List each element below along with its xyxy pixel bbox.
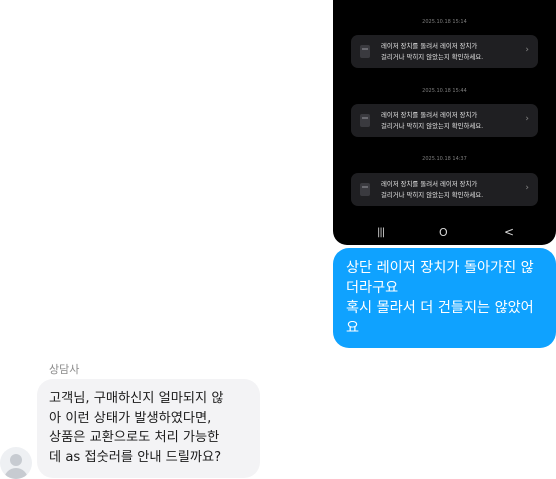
message-line: 상품은 교환으로도 처리 가능한 (49, 430, 220, 445)
notification-card: 레이저 장치를 돌려서 레이저 장치가 걸리거나 막히지 않았는지 확인하세요.… (351, 104, 538, 137)
notification-line: 레이저 장치를 돌려서 레이저 장치가 (381, 180, 478, 188)
chevron-right-icon: › (525, 114, 529, 124)
agent-message-bubble: 고객님, 구매하신지 얼마되지 않 아 이런 상태가 발생하였다면, 상품은 교… (37, 379, 260, 478)
message-line: 요 (346, 320, 360, 336)
recents-icon: ||| (377, 227, 385, 238)
notification-timestamp: 2025.10.18 14:37 (422, 156, 467, 162)
notification-line: 레이저 장치를 돌려서 레이저 장치가 (381, 42, 478, 50)
message-line: 상단 레이저 장치가 돌아가진 않 (346, 260, 534, 276)
message-line: 고객님, 구매하신지 얼마되지 않 (49, 391, 224, 406)
message-line: 데 as 접숫러를 안내 드릴까요? (49, 449, 222, 465)
notification-timestamp: 2025.10.18 15:44 (422, 88, 467, 94)
message-line: 더라구요 (346, 280, 399, 296)
notification-line: 걸리거나 막히지 않았는지 확인하세요. (381, 52, 484, 61)
notification-card: 레이저 장치를 돌려서 레이저 장치가 걸리거나 막히지 않았는지 확인하세요.… (351, 173, 538, 206)
notification-text: 레이저 장치를 돌려서 레이저 장치가 걸리거나 막히지 않았는지 확인하세요. (381, 110, 521, 131)
notification-timestamp: 2025.10.18 15:14 (422, 19, 467, 25)
agent-name-label: 상담사 (49, 363, 80, 376)
agent-avatar (0, 447, 32, 479)
robot-icon (360, 45, 370, 58)
robot-icon (360, 183, 370, 196)
phone-screenshot-image[interactable]: 2025.10.18 15:14 레이저 장치를 돌려서 레이저 장치가 걸리거… (333, 0, 556, 245)
robot-icon (360, 114, 370, 127)
back-icon: < (504, 225, 515, 239)
notification-line: 걸리거나 막히지 않았는지 확인하세요. (381, 121, 484, 130)
notification-line: 걸리거나 막히지 않았는지 확인하세요. (381, 190, 484, 199)
notification-line: 레이저 장치를 돌려서 레이저 장치가 (381, 111, 478, 119)
avatar-head-shape (10, 454, 22, 466)
home-icon: O (439, 226, 448, 239)
notification-text: 레이저 장치를 돌려서 레이저 장치가 걸리거나 막히지 않았는지 확인하세요. (381, 41, 521, 62)
user-message-bubble: 상단 레이저 장치가 돌아가진 않 더라구요 혹시 몰라서 더 건들지는 않았어… (333, 248, 556, 348)
notification-card: 레이저 장치를 돌려서 레이저 장치가 걸리거나 막히지 않았는지 확인하세요.… (351, 35, 538, 68)
avatar-body-shape (4, 468, 28, 479)
message-line: 혹시 몰라서 더 건들지는 않았어 (346, 300, 534, 316)
message-line: 아 이런 상태가 발생하였다면, (49, 410, 212, 426)
android-nav-bar: ||| O < (333, 222, 556, 245)
notification-text: 레이저 장치를 돌려서 레이저 장치가 걸리거나 막히지 않았는지 확인하세요. (381, 179, 521, 200)
chevron-right-icon: › (525, 45, 529, 55)
chevron-right-icon: › (525, 183, 529, 193)
